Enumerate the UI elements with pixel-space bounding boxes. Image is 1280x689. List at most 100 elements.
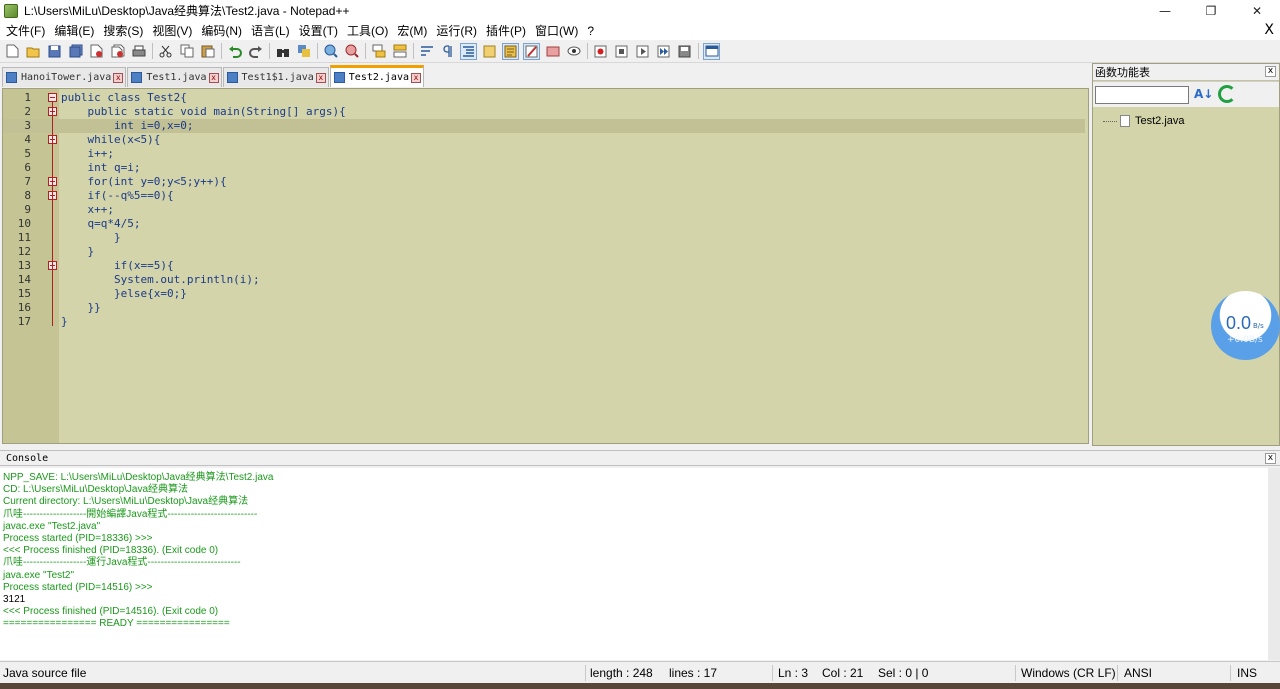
- code-text: q=q*4/5;: [61, 217, 141, 230]
- menu-encoding[interactable]: 编码(N): [199, 22, 249, 39]
- sort-alphabetically-icon[interactable]: A↓: [1194, 87, 1213, 101]
- code-line[interactable]: 5 i++;: [3, 147, 1085, 161]
- tab-close-icon[interactable]: x: [315, 72, 326, 83]
- run-macro-multiple-icon[interactable]: [655, 43, 672, 60]
- code-line[interactable]: 6 int q=i;: [3, 161, 1085, 175]
- paste-icon[interactable]: [199, 43, 216, 60]
- console-scrollbar[interactable]: [1268, 468, 1280, 660]
- code-line[interactable]: 1 public class Test2{: [3, 91, 1085, 105]
- maximize-button[interactable]: ❐: [1188, 0, 1234, 21]
- code-line[interactable]: 13 if(x==5){: [3, 259, 1085, 273]
- menu-file[interactable]: 文件(F): [4, 22, 52, 39]
- indent-guide-icon[interactable]: [460, 42, 477, 60]
- console-line: Process started (PID=18336) >>>: [3, 533, 153, 545]
- monitor-icon[interactable]: [565, 43, 582, 60]
- menu-help[interactable]: ?: [585, 24, 601, 38]
- function-list-close-button[interactable]: x: [1265, 66, 1276, 77]
- save-all-icon[interactable]: [67, 43, 84, 60]
- reload-icon[interactable]: [1218, 85, 1236, 103]
- code-line[interactable]: 10 q=q*4/5;: [3, 217, 1085, 231]
- code-line[interactable]: 9 x++;: [3, 203, 1085, 217]
- notepad-plus-plus-window: L:\Users\MiLu\Desktop\Java经典算法\Test2.jav…: [0, 0, 1280, 689]
- code-line[interactable]: 16 }}: [3, 301, 1085, 315]
- status-bar: Java source file length : 248 lines : 17…: [0, 661, 1280, 683]
- tab-hanoitower-java[interactable]: HanoiTower.java x: [2, 67, 127, 87]
- doc-map-icon[interactable]: [502, 42, 519, 60]
- stop-record-icon[interactable]: [613, 43, 630, 60]
- network-speed-widget[interactable]: 0.0 B/s +0.0B/s: [1211, 291, 1280, 360]
- tab-test2-java[interactable]: Test2.java x: [329, 65, 424, 87]
- code-line[interactable]: 11 }: [3, 231, 1085, 245]
- open-file-icon[interactable]: [25, 43, 42, 60]
- code-line[interactable]: 14 System.out.println(i);: [3, 273, 1085, 287]
- code-line[interactable]: 17}: [3, 315, 1085, 329]
- zoom-out-icon[interactable]: [343, 43, 360, 60]
- code-text: }: [61, 231, 121, 244]
- save-icon[interactable]: [46, 43, 63, 60]
- code-line[interactable]: 4 while(x<5){: [3, 133, 1085, 147]
- function-search-input[interactable]: [1095, 86, 1189, 104]
- replace-icon[interactable]: [295, 43, 312, 60]
- status-divider: [585, 665, 586, 681]
- show-all-chars-icon[interactable]: [439, 43, 456, 60]
- menu-macro[interactable]: 宏(M): [395, 22, 434, 39]
- word-wrap-icon[interactable]: [418, 43, 435, 60]
- menu-tools[interactable]: 工具(O): [345, 22, 395, 39]
- console-header: Console x: [0, 450, 1280, 466]
- code-line[interactable]: 3 int i=0,x=0;: [3, 119, 1085, 133]
- new-file-icon[interactable]: [4, 43, 21, 60]
- close-all-icon[interactable]: [109, 43, 126, 60]
- function-tree-root[interactable]: Test2.java: [1103, 115, 1185, 127]
- status-mode[interactable]: INS: [1237, 666, 1257, 680]
- cut-icon[interactable]: [157, 43, 174, 60]
- menu-window[interactable]: 窗口(W): [533, 22, 585, 39]
- menu-search[interactable]: 搜索(S): [101, 22, 150, 39]
- record-macro-icon[interactable]: [592, 43, 609, 60]
- console-close-button[interactable]: x: [1265, 453, 1276, 464]
- sync-horizontal-icon[interactable]: [391, 43, 408, 60]
- close-window-button[interactable]: ✕: [1234, 0, 1280, 21]
- copy-icon[interactable]: [178, 43, 195, 60]
- code-line[interactable]: 7 for(int y=0;y<5;y++){: [3, 175, 1085, 189]
- console-toggle-icon[interactable]: [703, 42, 720, 60]
- tab-close-icon[interactable]: x: [411, 72, 421, 83]
- sync-vertical-icon[interactable]: [370, 43, 387, 60]
- menu-edit[interactable]: 编辑(E): [52, 22, 101, 39]
- zoom-in-icon[interactable]: [322, 43, 339, 60]
- line-number: 16: [17, 301, 31, 314]
- tab-test1-1-java[interactable]: Test1$1.java x: [222, 67, 329, 87]
- toolbar-separator: [365, 43, 366, 59]
- minimize-button[interactable]: —: [1142, 0, 1188, 21]
- menu-view[interactable]: 视图(V): [150, 22, 199, 39]
- close-icon[interactable]: [88, 43, 105, 60]
- code-line[interactable]: 15 }else{x=0;}: [3, 287, 1085, 301]
- code-line[interactable]: 2 public static void main(String[] args)…: [3, 105, 1085, 119]
- status-encoding[interactable]: ANSI: [1124, 666, 1152, 680]
- menu-settings[interactable]: 设置(T): [297, 22, 345, 39]
- redo-icon[interactable]: [247, 43, 264, 60]
- console-output[interactable]: NPP_SAVE: L:\Users\MiLu\Desktop\Java经典算法…: [0, 468, 1280, 660]
- fold-toggle-icon[interactable]: [48, 93, 57, 102]
- print-icon[interactable]: [130, 43, 147, 60]
- play-macro-icon[interactable]: [634, 43, 651, 60]
- code-editor[interactable]: 1 public class Test2{2 public static void…: [2, 88, 1089, 444]
- menu-run[interactable]: 运行(R): [434, 22, 484, 39]
- function-list-icon[interactable]: [523, 42, 540, 60]
- tab-close-icon[interactable]: x: [208, 72, 219, 83]
- menu-plugins[interactable]: 插件(P): [484, 22, 533, 39]
- find-icon[interactable]: [274, 43, 291, 60]
- tab-test1-java[interactable]: Test1.java x: [127, 67, 222, 87]
- folder-workspace-icon[interactable]: [544, 43, 561, 60]
- close-document-button[interactable]: X: [1264, 22, 1274, 38]
- menu-language[interactable]: 语言(L): [249, 22, 297, 39]
- language-icon[interactable]: [481, 43, 498, 60]
- undo-icon[interactable]: [226, 43, 243, 60]
- code-text: x++;: [61, 203, 114, 216]
- console-line: ================ READY ================: [3, 618, 230, 630]
- save-macro-icon[interactable]: [676, 43, 693, 60]
- status-eol[interactable]: Windows (CR LF): [1021, 666, 1116, 680]
- code-line[interactable]: 8 if(--q%5==0){: [3, 189, 1085, 203]
- code-line[interactable]: 12 }: [3, 245, 1085, 259]
- status-divider: [1015, 665, 1016, 681]
- tab-close-icon[interactable]: x: [113, 72, 124, 83]
